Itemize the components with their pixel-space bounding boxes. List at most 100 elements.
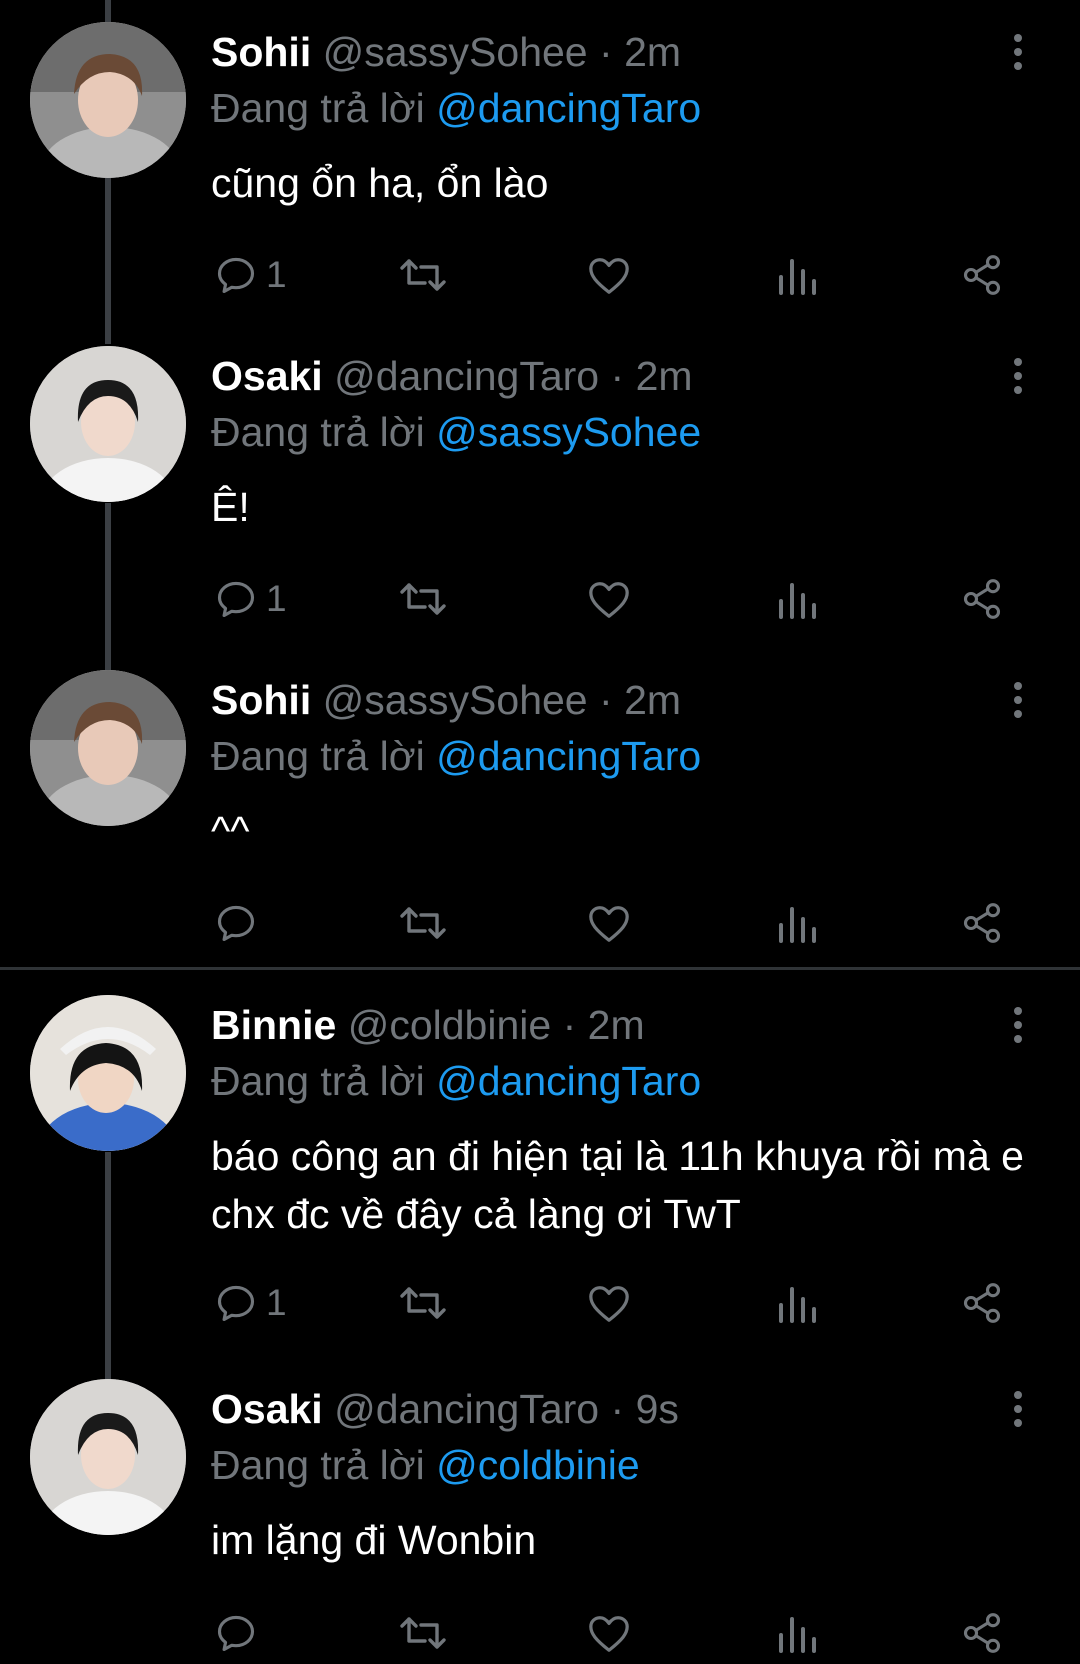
share-button[interactable] [960,1273,1004,1333]
reply-button[interactable]: 1 [214,1273,287,1333]
reply-button[interactable]: 1 [214,569,287,629]
user-handle[interactable]: @dancingTaro [334,353,599,399]
mention-link[interactable]: @dancingTaro [436,733,701,779]
display-name[interactable]: Binnie [211,1002,336,1048]
avatar[interactable] [30,995,186,1151]
display-name[interactable]: Sohii [211,29,311,75]
display-name[interactable]: Sohii [211,677,311,723]
tweet-2[interactable]: Osaki @dancingTaro · 2m Đang trả lời @sa… [0,324,1080,644]
heart-icon [589,906,629,942]
tweet-3[interactable]: Sohii @sassySohee · 2m Đang trả lời @dan… [0,648,1080,968]
display-name[interactable]: Osaki [211,1386,323,1432]
reply-button[interactable] [214,893,258,953]
mention-link[interactable]: @coldbinie [436,1442,639,1488]
reply-icon [217,1615,255,1652]
more-options-icon[interactable] [1000,678,1036,722]
more-options-icon[interactable] [1000,30,1036,74]
action-bar: 1 [0,569,1080,629]
retweet-icon [400,1617,446,1649]
bar-chart-icon [779,1287,816,1323]
retweet-icon [400,1287,446,1319]
views-button[interactable] [777,569,817,629]
timestamp[interactable]: 2m [636,353,693,399]
reply-prefix: Đang trả lời [211,409,425,455]
reply-button[interactable] [214,1603,258,1663]
views-button[interactable] [777,245,817,305]
tweet-text: cũng ổn ha, ổn lào [211,160,549,206]
reply-icon [217,581,255,618]
action-bar: 1 [0,1273,1080,1333]
retweet-button[interactable] [397,893,449,953]
action-bar [0,1603,1080,1663]
share-button[interactable] [960,893,1004,953]
retweet-button[interactable] [397,1273,449,1333]
mention-link[interactable]: @sassySohee [436,409,701,455]
reply-prefix: Đang trả lời [211,1442,425,1488]
separator-dot: · [610,353,625,399]
share-icon [963,579,1001,619]
replying-to: Đang trả lời @dancingTaro [211,1053,701,1109]
reply-icon [217,1285,255,1322]
separator-dot: · [610,1386,625,1432]
avatar[interactable] [30,22,186,178]
tweet-text: im lặng đi Wonbin [211,1517,537,1563]
heart-icon [589,1616,629,1652]
retweet-button[interactable] [397,1603,449,1663]
timestamp[interactable]: 2m [624,677,681,723]
mention-link[interactable]: @dancingTaro [436,85,701,131]
bar-chart-icon [779,907,816,943]
reply-prefix: Đang trả lời [211,1058,425,1104]
timestamp[interactable]: 2m [624,29,681,75]
avatar[interactable] [30,1379,186,1535]
reply-button[interactable]: 1 [214,245,287,305]
separator-dot: · [599,677,613,723]
more-options-icon[interactable] [1000,1387,1036,1431]
like-button[interactable] [586,1603,632,1663]
display-name[interactable]: Osaki [211,353,323,399]
more-options-icon[interactable] [1000,354,1036,398]
heart-icon [589,582,629,618]
reply-prefix: Đang trả lời [211,85,425,131]
retweet-icon [400,583,446,615]
tweet-4[interactable]: Binnie @coldbinie · 2m Đang trả lời @dan… [0,973,1080,1353]
tweet-text: ^^ [211,808,250,854]
avatar[interactable] [30,670,186,826]
action-bar: 1 [0,245,1080,305]
user-handle[interactable]: @dancingTaro [334,1386,599,1432]
replying-to: Đang trả lời @sassySohee [211,404,701,460]
mention-link[interactable]: @dancingTaro [436,1058,701,1104]
user-handle[interactable]: @sassySohee [323,29,588,75]
timestamp[interactable]: 2m [588,1002,645,1048]
like-button[interactable] [586,245,632,305]
share-button[interactable] [960,569,1004,629]
tweet-header: Osaki @dancingTaro · 9s [211,1381,679,1437]
views-button[interactable] [777,893,817,953]
retweet-icon [400,907,446,939]
more-options-icon[interactable] [1000,1003,1036,1047]
separator-dot: · [599,29,613,75]
share-button[interactable] [960,245,1004,305]
share-icon [963,1613,1001,1653]
avatar[interactable] [30,346,186,502]
replying-to: Đang trả lời @dancingTaro [211,80,701,136]
retweet-button[interactable] [397,245,449,305]
user-handle[interactable]: @coldbinie [348,1002,551,1048]
reply-count: 1 [266,254,287,295]
timestamp[interactable]: 9s [636,1386,679,1432]
reply-icon [217,257,255,294]
tweet-text: Ê! [211,484,250,530]
tweet-1[interactable]: Sohii @sassySohee · 2m Đang trả lời @dan… [0,0,1080,320]
share-button[interactable] [960,1603,1004,1663]
tweet-5[interactable]: Osaki @dancingTaro · 9s Đang trả lời @co… [0,1357,1080,1664]
views-button[interactable] [777,1603,817,1663]
bar-chart-icon [779,583,816,619]
retweet-button[interactable] [397,569,449,629]
user-handle[interactable]: @sassySohee [323,677,588,723]
like-button[interactable] [586,1273,632,1333]
separator-dot: · [562,1002,577,1048]
tweet-text: báo công an đi hiện tại là 11h khuya rồi… [211,1133,1024,1237]
like-button[interactable] [586,569,632,629]
heart-icon [589,258,629,294]
like-button[interactable] [586,893,632,953]
views-button[interactable] [777,1273,817,1333]
